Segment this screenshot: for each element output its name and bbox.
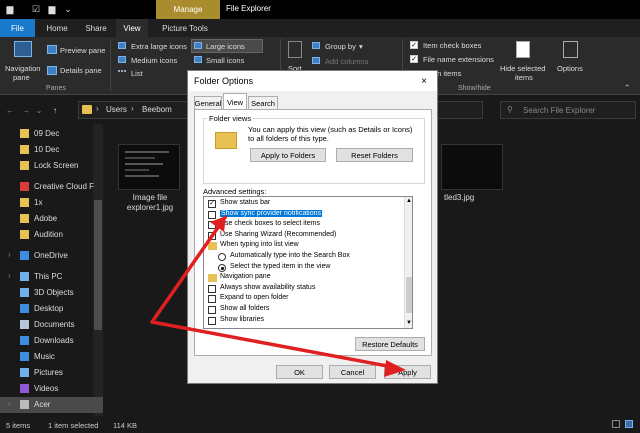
annotation-arrows <box>150 214 406 377</box>
annotation-arrow-line <box>150 214 399 370</box>
arrowhead-to-apply <box>384 360 406 377</box>
